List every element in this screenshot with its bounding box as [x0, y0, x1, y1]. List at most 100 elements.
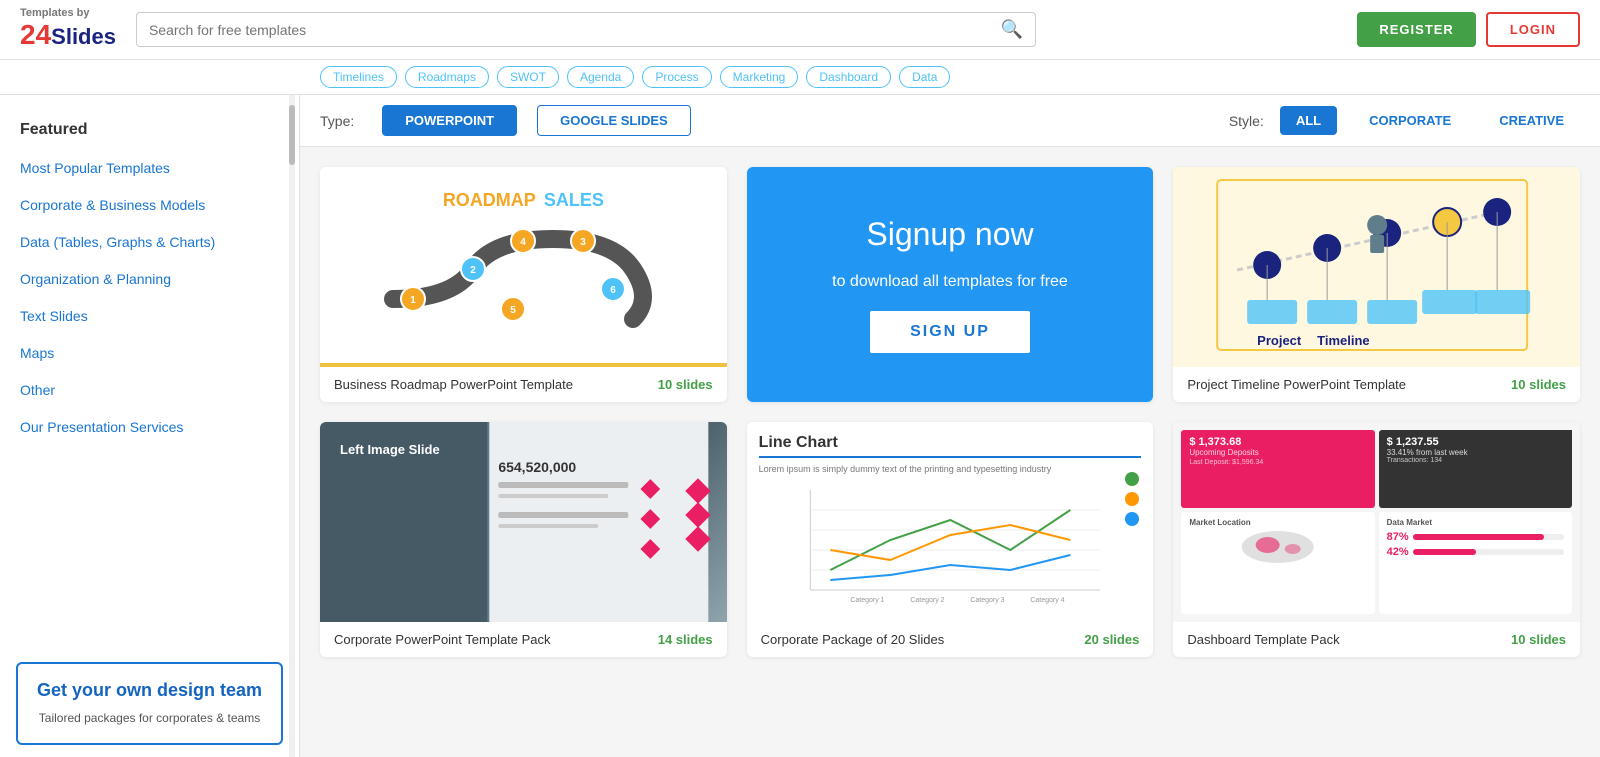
- signup-sub: to download all templates for free: [832, 273, 1068, 291]
- creative-style-button[interactable]: CREATIVE: [1483, 106, 1580, 135]
- timeline-thumb: Project Timeline: [1173, 167, 1580, 367]
- roadmap-thumb: ROADMAP SALES 1 2 4 3 5: [320, 167, 727, 367]
- sidebar-item-featured[interactable]: Featured: [20, 111, 279, 150]
- roadmap-word2: SALES: [544, 190, 604, 211]
- roadmap-bottom-bar: [320, 363, 727, 367]
- sidebar-scroll-thumb: [289, 105, 295, 165]
- svg-text:Category 3: Category 3: [970, 597, 1004, 604]
- template-card-4[interactable]: Line Chart Lorem ipsum is simply dummy t…: [747, 422, 1154, 657]
- timeline-inner: Project Timeline: [1184, 167, 1570, 367]
- template-card-5[interactable]: $ 1,373.68 Upcoming Deposits Last Deposi…: [1173, 422, 1580, 657]
- linechart-svg: Category 1 Category 2 Category 3 Categor…: [759, 480, 1142, 610]
- svg-text:2: 2: [471, 265, 477, 276]
- style-label: Style:: [1229, 113, 1264, 129]
- dash-card-3: Market Location: [1181, 512, 1374, 614]
- dash-card-4: Data Market 87% 42%: [1379, 512, 1572, 614]
- linechart-icons: [1125, 472, 1139, 526]
- corp-label: Left Image Slide: [340, 442, 440, 457]
- dash-card-1: $ 1,373.68 Upcoming Deposits Last Deposi…: [1181, 430, 1374, 508]
- dash-indicator: [1562, 430, 1572, 440]
- svg-text:Category 4: Category 4: [1030, 597, 1064, 604]
- sidebar-nav: FeaturedMost Popular TemplatesCorporate …: [0, 95, 299, 650]
- dashboard-thumb: $ 1,373.68 Upcoming Deposits Last Deposi…: [1173, 422, 1580, 622]
- register-button[interactable]: REGISTER: [1357, 12, 1475, 47]
- sidebar-promo: Get your own design team Tailored packag…: [16, 662, 283, 745]
- header: Templates by 24Slides 🔍 REGISTER LOGIN: [0, 0, 1600, 60]
- filter-tag-timelines[interactable]: Timelines: [320, 66, 397, 88]
- header-buttons: REGISTER LOGIN: [1357, 12, 1580, 47]
- content-area: Type: POWERPOINT GOOGLE SLIDES Style: AL…: [300, 95, 1600, 757]
- svg-text:1: 1: [411, 295, 417, 306]
- logo-by-text: Templates by: [20, 8, 116, 19]
- sidebar-item-other[interactable]: Other: [20, 372, 279, 409]
- roadmap-title-row: ROADMAP SALES: [350, 190, 696, 211]
- linechart-title: Line Chart: [759, 434, 1142, 458]
- sidebar-item-most-popular-templates[interactable]: Most Popular Templates: [20, 150, 279, 187]
- template-slides: 10 slides: [658, 377, 713, 392]
- template-name: Business Roadmap PowerPoint Template: [334, 377, 573, 392]
- corporate-style-button[interactable]: CORPORATE: [1353, 106, 1467, 135]
- sidebar-item-corporate-business-models[interactable]: Corporate & Business Models: [20, 187, 279, 224]
- sidebar-item-organization-planning[interactable]: Organization & Planning: [20, 261, 279, 298]
- template-card-0[interactable]: ROADMAP SALES 1 2 4 3 5: [320, 167, 727, 402]
- filter-bar: Timelines Roadmaps SWOT Agenda Process Market…: [0, 60, 1600, 95]
- template-slides: 14 slides: [658, 632, 713, 647]
- template-card-1[interactable]: Signup now to download all templates for…: [747, 167, 1154, 402]
- template-info: Corporate PowerPoint Template Pack 14 sl…: [320, 622, 727, 657]
- timeline-svg: Project Timeline: [1194, 170, 1560, 360]
- sidebar-item-data-tables-graphs-charts-[interactable]: Data (Tables, Graphs & Charts): [20, 224, 279, 261]
- svg-text:Project: Project: [1257, 333, 1302, 348]
- filter-tag-process[interactable]: Process: [642, 66, 711, 88]
- linechart-thumb: Line Chart Lorem ipsum is simply dummy t…: [747, 422, 1154, 622]
- template-info: Corporate Package of 20 Slides 20 slides: [747, 622, 1154, 657]
- template-info: Project Timeline PowerPoint Template 10 …: [1173, 367, 1580, 402]
- template-name: Corporate PowerPoint Template Pack: [334, 632, 551, 647]
- logo-slides: Slides: [51, 24, 116, 49]
- filter-tag-dashboard[interactable]: Dashboard: [806, 66, 891, 88]
- template-info: Business Roadmap PowerPoint Template 10 …: [320, 367, 727, 402]
- sidebar: FeaturedMost Popular TemplatesCorporate …: [0, 95, 300, 757]
- filter-tag-agenda[interactable]: Agenda: [567, 66, 634, 88]
- dash-pct-87: 87%: [1387, 531, 1564, 543]
- login-button[interactable]: LOGIN: [1486, 12, 1580, 47]
- corp-diamonds: [689, 482, 707, 548]
- filter-tag-data[interactable]: Data: [899, 66, 950, 88]
- type-style-bar: Type: POWERPOINT GOOGLE SLIDES Style: AL…: [300, 95, 1600, 147]
- filter-tag-swot[interactable]: SWOT: [497, 66, 559, 88]
- sidebar-item-maps[interactable]: Maps: [20, 335, 279, 372]
- svg-text:3: 3: [581, 237, 587, 248]
- filter-tag-marketing[interactable]: Marketing: [720, 66, 799, 88]
- sidebar-scrollbar[interactable]: [289, 95, 295, 757]
- signup-button[interactable]: SIGN UP: [870, 311, 1030, 353]
- dash-card-2: $ 1,237.55 33.41% from last week Transac…: [1379, 430, 1572, 508]
- all-style-button[interactable]: ALL: [1280, 106, 1337, 135]
- powerpoint-button[interactable]: POWERPOINT: [382, 105, 517, 136]
- svg-text:Category 1: Category 1: [850, 597, 884, 604]
- sidebar-item-text-slides[interactable]: Text Slides: [20, 298, 279, 335]
- search-icon[interactable]: 🔍: [1001, 19, 1023, 40]
- search-input[interactable]: [149, 22, 1001, 38]
- main-layout: FeaturedMost Popular TemplatesCorporate …: [0, 95, 1600, 757]
- signup-thumb: Signup now to download all templates for…: [747, 167, 1154, 402]
- template-card-3[interactable]: Left Image Slide 654,520,000: [320, 422, 727, 657]
- template-grid: ROADMAP SALES 1 2 4 3 5: [300, 147, 1600, 677]
- filter-tag-roadmaps[interactable]: Roadmaps: [405, 66, 489, 88]
- svg-text:Category 2: Category 2: [910, 597, 944, 604]
- style-section: Style: ALL CORPORATE CREATIVE: [1229, 106, 1580, 135]
- sidebar-item-our-presentation-services[interactable]: Our Presentation Services: [20, 409, 279, 446]
- promo-subtitle: Tailored packages for corporates & teams: [34, 709, 265, 727]
- google-slides-button[interactable]: GOOGLE SLIDES: [537, 105, 691, 136]
- template-name: Project Timeline PowerPoint Template: [1187, 377, 1406, 392]
- roadmap-svg: 1 2 4 3 5 6: [350, 219, 696, 339]
- map-svg: [1189, 527, 1366, 567]
- logo: Templates by 24Slides: [20, 8, 116, 51]
- svg-text:4: 4: [521, 237, 527, 248]
- search-bar: 🔍: [136, 12, 1036, 47]
- template-slides: 10 slides: [1511, 632, 1566, 647]
- svg-text:654,520,000: 654,520,000: [498, 459, 576, 475]
- type-label: Type:: [320, 113, 354, 129]
- roadmap-word1: ROADMAP: [443, 190, 536, 211]
- logo-wrap: Templates by 24Slides: [20, 8, 116, 51]
- roadmap-inner: ROADMAP SALES 1 2 4 3 5: [340, 180, 706, 354]
- template-card-2[interactable]: Project Timeline Project Timeline PowerP…: [1173, 167, 1580, 402]
